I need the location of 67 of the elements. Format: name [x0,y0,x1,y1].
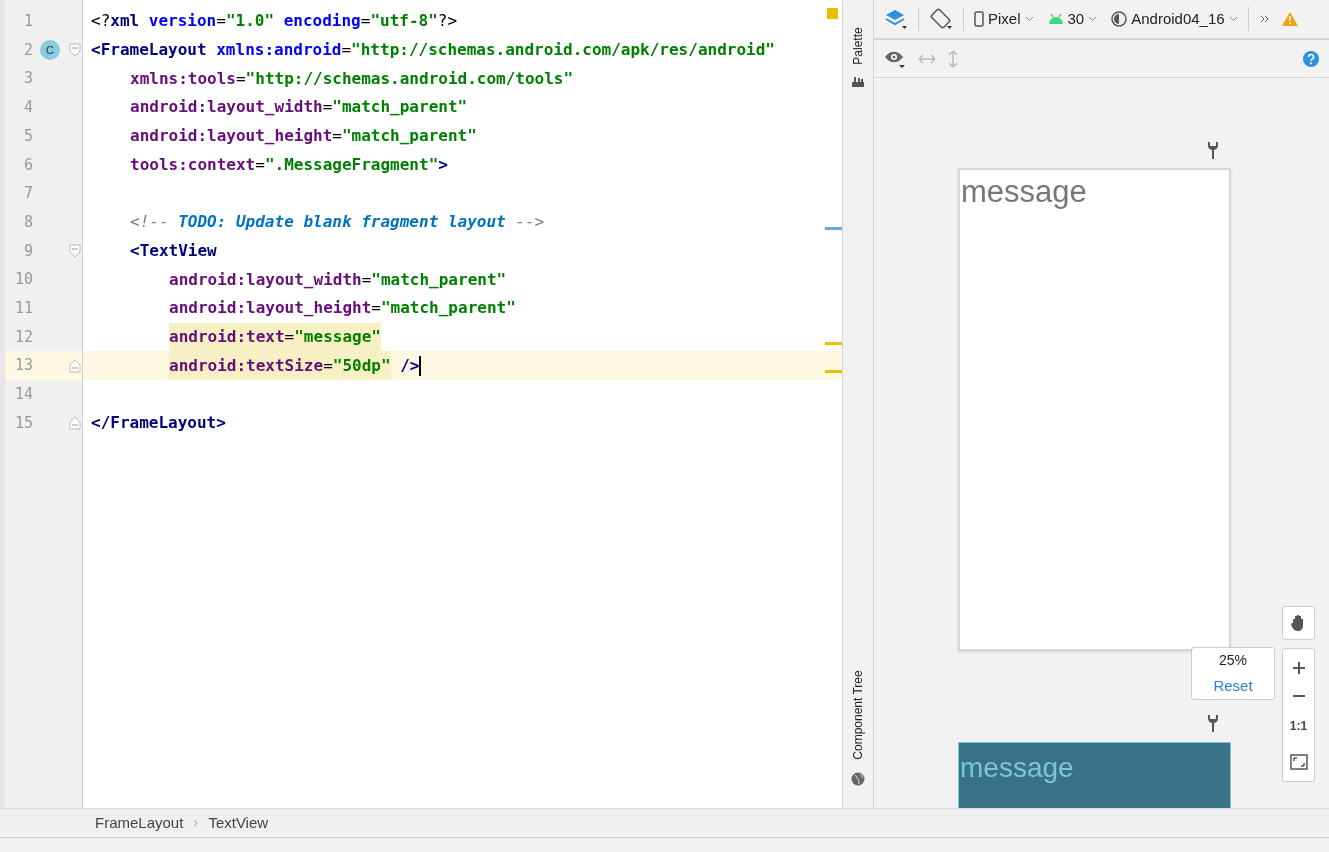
api-level-dropdown[interactable]: 30 [1047,7,1098,31]
code-line: </FrameLayout> [91,411,226,434]
help-icon[interactable] [1303,50,1319,67]
breadcrumb-item[interactable]: FrameLayout [95,811,184,835]
rotate-icon[interactable] [929,7,953,31]
android-icon [1047,13,1064,25]
theme-dropdown[interactable]: Android04_16 [1111,7,1238,31]
palette-tab[interactable]: Palette [849,27,867,65]
line-number: 1 [22,11,33,33]
code-line: <!-- TODO: Update blank fragment layout --> [130,211,545,234]
blueprint-text: message [959,751,1075,785]
more-icon[interactable] [1258,14,1271,24]
eye-icon[interactable] [884,49,906,68]
wrench-icon[interactable] [1207,714,1219,732]
line-number: 11 [13,297,33,319]
line-number: 14 [13,384,33,406]
line-number: 2 [22,39,33,61]
line-number: 7 [22,183,33,205]
line-number: 10 [13,269,33,291]
chevron-right-icon [193,819,199,827]
breadcrumb-item[interactable]: TextView [208,811,269,835]
line-number: 9 [22,240,33,262]
chevron-down-icon [1024,16,1034,22]
code-line: <FrameLayout xmlns:android="http://schemas.android.com/apk/res/android" [91,39,775,62]
actual-size-button[interactable]: 1:1 [1289,716,1308,735]
highlighted-code: android:textSize="50dp" [169,351,391,380]
line-number: 12 [13,326,33,348]
line-number: 6 [22,154,33,176]
layers-icon[interactable] [884,8,908,30]
device-dropdown[interactable]: Pixel [974,7,1034,31]
scroll-marker-icon [825,342,842,345]
line-number: 13 [13,355,33,377]
code-line: <?xml version="1.0" encoding="utf-8"?> [91,10,458,33]
zoom-out-icon[interactable] [1291,693,1306,698]
line-number: 8 [22,211,33,233]
status-marker-icon [827,8,838,19]
chevron-down-icon [1228,16,1238,22]
line-number: 5 [22,125,33,147]
code-line: android:layout_height="match_parent" [169,297,516,320]
preview-text: message [960,173,1088,211]
code-line: android:layout_width="match_parent" [169,268,507,291]
code-line: tools:context=".MessageFragment"> [130,153,448,176]
component-tree-tab[interactable]: Component Tree [849,670,867,760]
code-line: android:layout_width="match_parent" [130,96,468,119]
highlighted-code: android:text="message" [169,322,381,352]
zoom-level: 25% [1219,650,1247,670]
code-line: xmlns:tools="http://schemas.android.com/tools" [130,67,574,90]
chevron-down-icon [1088,16,1098,22]
code-line: <TextView [130,239,217,262]
scroll-marker-icon [825,227,842,230]
phone-icon [974,11,984,27]
wrench-icon[interactable] [1207,141,1219,159]
gutter-badge[interactable]: C [40,40,60,61]
pan-button[interactable] [1282,606,1315,640]
text-caret [419,355,421,376]
line-number: 15 [13,412,33,434]
fit-screen-icon[interactable] [1289,753,1308,770]
theme-icon [1111,11,1128,27]
scroll-marker-icon [825,370,842,373]
line-number: 3 [22,68,33,90]
globe-icon [851,772,865,786]
line-number: 4 [22,97,33,119]
palette-icon [851,76,865,88]
code-line: android:layout_height="match_parent" [130,125,477,148]
reset-link[interactable]: Reset [1213,674,1253,698]
zoom-in-icon[interactable] [1291,660,1306,675]
code-line: /> [399,354,420,377]
